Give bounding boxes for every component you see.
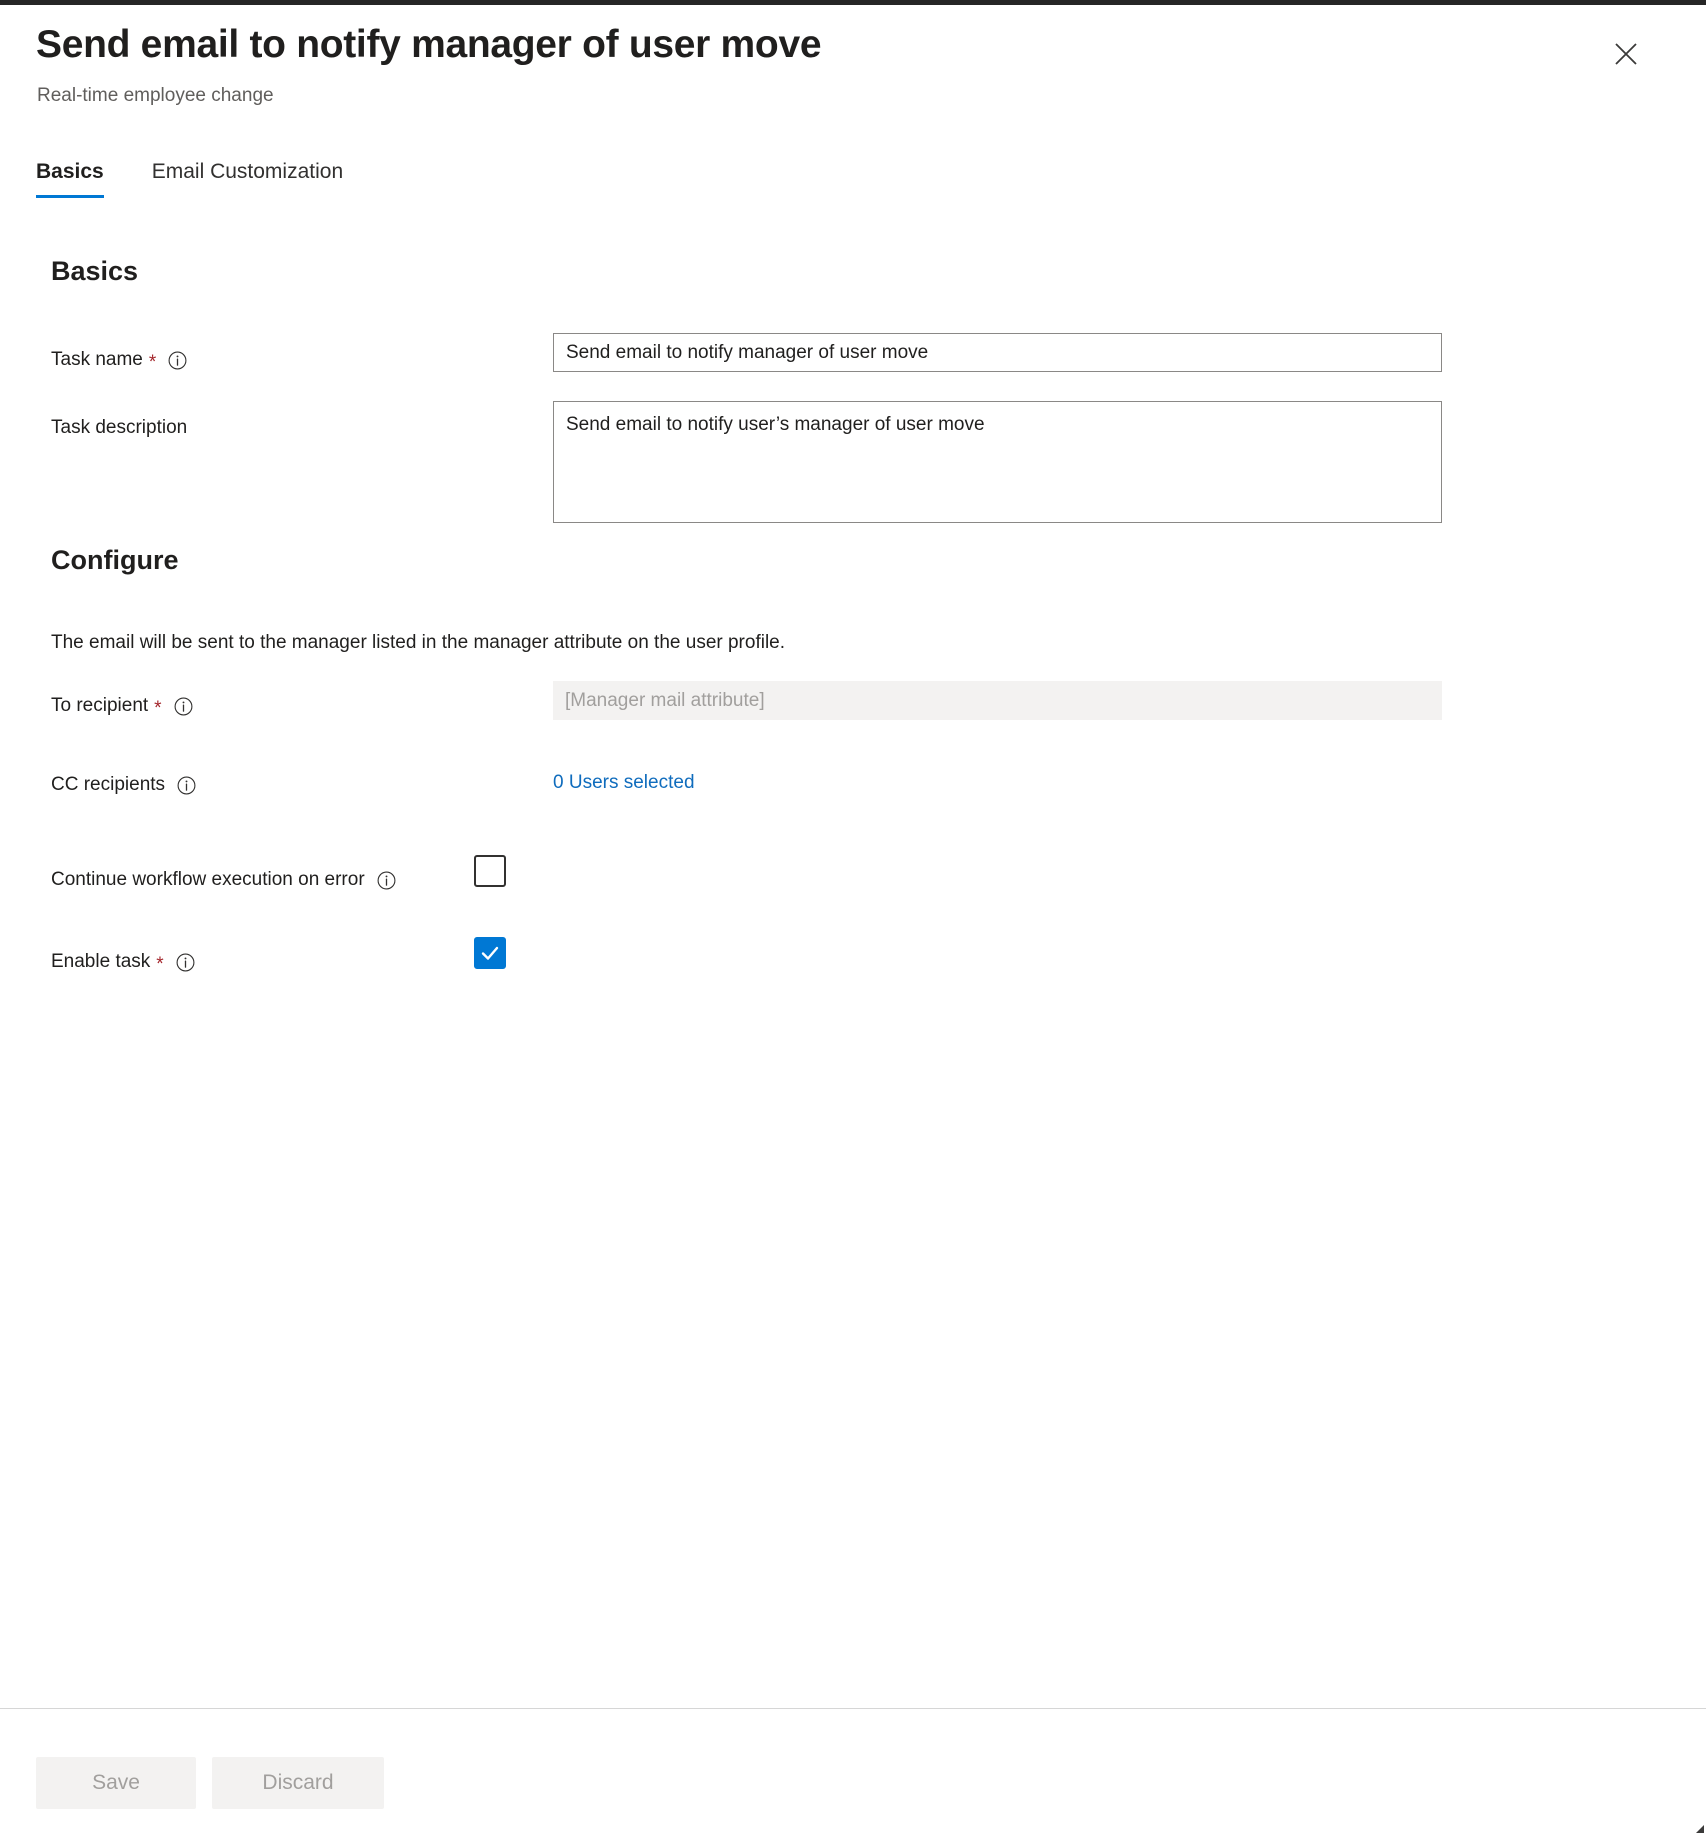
page-subtitle: Real-time employee change — [37, 85, 274, 107]
to-recipient-input — [553, 681, 1442, 720]
continue-on-error-checkbox[interactable] — [474, 855, 506, 887]
close-button[interactable] — [1600, 28, 1652, 80]
cc-recipients-link[interactable]: 0 Users selected — [553, 772, 695, 794]
enable-task-checkbox[interactable] — [474, 937, 506, 969]
cc-recipients-label-text: CC recipients — [51, 774, 165, 796]
resize-grip[interactable] — [1693, 1821, 1705, 1833]
save-button[interactable]: Save — [36, 1757, 196, 1809]
continue-on-error-label-text: Continue workflow execution on error — [51, 869, 365, 891]
tab-email-customization-label: Email Customization — [152, 160, 343, 183]
task-description-label: Task description — [51, 417, 187, 439]
required-indicator: * — [156, 955, 163, 974]
enable-task-label-text: Enable task — [51, 951, 150, 973]
panel-footer: Save Discard — [0, 1709, 1706, 1834]
discard-button[interactable]: Discard — [212, 1757, 384, 1809]
info-icon[interactable] — [168, 351, 187, 370]
required-indicator: * — [154, 699, 161, 718]
info-icon[interactable] — [177, 776, 196, 795]
close-icon — [1613, 41, 1639, 67]
info-icon[interactable] — [377, 871, 396, 890]
required-indicator: * — [149, 353, 156, 372]
info-icon[interactable] — [174, 697, 193, 716]
tab-basics-label: Basics — [36, 160, 104, 183]
task-name-input[interactable] — [553, 333, 1442, 372]
tab-basics[interactable]: Basics — [36, 160, 104, 198]
tab-email-customization[interactable]: Email Customization — [152, 160, 343, 198]
task-name-label: Task name * — [51, 349, 187, 371]
enable-task-label: Enable task * — [51, 951, 195, 973]
task-description-label-text: Task description — [51, 417, 187, 439]
task-description-textarea[interactable] — [553, 401, 1442, 523]
page-title: Send email to notify manager of user mov… — [36, 23, 821, 67]
task-name-label-text: Task name — [51, 349, 143, 371]
tab-list: Basics Email Customization — [36, 160, 343, 198]
to-recipient-label-text: To recipient — [51, 695, 148, 717]
task-configuration-panel: Send email to notify manager of user mov… — [0, 5, 1706, 1834]
basics-section-heading: Basics — [51, 256, 138, 287]
cc-recipients-label: CC recipients — [51, 774, 196, 796]
to-recipient-label: To recipient * — [51, 695, 193, 717]
continue-on-error-label: Continue workflow execution on error — [51, 869, 396, 891]
configure-description: The email will be sent to the manager li… — [51, 632, 785, 654]
info-icon[interactable] — [176, 953, 195, 972]
configure-section-heading: Configure — [51, 545, 179, 576]
